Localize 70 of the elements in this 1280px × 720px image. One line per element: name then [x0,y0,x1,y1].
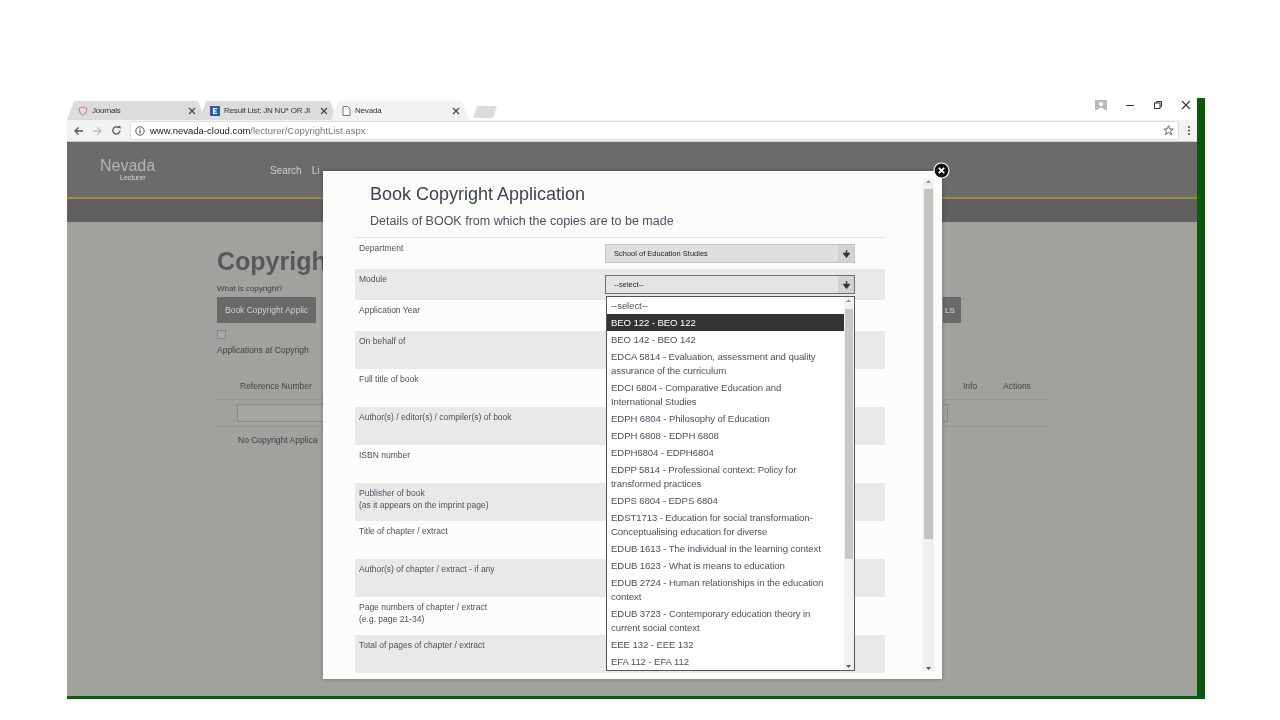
close-icon[interactable] [452,106,460,115]
dropdown-option[interactable]: EEE 132 - EEE 132 [607,636,844,653]
column-header: Reference Number [240,381,312,391]
scroll-down-icon[interactable] [845,664,852,669]
checkbox-label: Applications at Copyrigh [217,345,309,355]
dropdown-option[interactable]: EDUB 1623 - What is means to education [607,557,844,574]
scroll-down-icon[interactable] [925,666,932,671]
nav-link[interactable]: Li [311,165,320,176]
dialog-subtitle: Details of BOOK from which the copies are to be made [370,214,674,228]
dropdown-option[interactable]: EDPH 6804 - Philosophy of Education [607,410,844,427]
url-text: www.nevada-cloud.com/lecturer/CopyrightList.aspx [150,125,366,136]
scrollbar-thumb[interactable] [845,309,853,559]
field-label: Total of pages of chapter / extract [359,640,486,650]
restore-icon[interactable] [1153,100,1163,110]
field-label: Publisher of book [359,488,426,498]
scroll-up-icon[interactable] [845,298,852,303]
close-icon[interactable] [320,106,328,115]
nav-link[interactable]: Search [270,165,302,176]
field-label: Author(s) of chapter / extract - if any [359,564,496,574]
close-icon[interactable] [188,106,196,115]
field-label: ISBN number [359,450,412,460]
help-link[interactable]: What is copyright? [217,284,283,293]
field-label: Application Year [359,305,421,315]
dropdown-option[interactable]: EDUB 3723 - Contemporary education theory in current social context [607,605,844,636]
field-label: Department [359,243,405,253]
field-label: Module [359,274,388,284]
info-icon[interactable] [135,125,145,136]
dropdown-option[interactable]: EDUB 2724 - Human relationships in the education context [607,574,844,605]
field-note: (e.g. page 21-34) [359,614,426,624]
page-icon [342,105,351,116]
dropdown-option[interactable]: EDPH6804 - EDPH6804 [607,444,844,461]
star-icon[interactable] [1163,125,1174,136]
menu-icon[interactable] [1187,125,1191,136]
dropdown-option[interactable]: EDPP 5814 - Professional context: Policy for transformed practices [607,461,844,492]
address-bar[interactable]: www.nevada-cloud.com/lecturer/CopyrightList.aspx [130,121,1179,140]
action-button[interactable]: LS [943,297,961,323]
browser-tab[interactable]: Nevada [331,101,469,120]
field-label: Full title of book [359,374,420,384]
column-header: Actions [1003,381,1031,391]
shield-icon [78,105,88,116]
dropdown-option[interactable]: EDUB 1613 - The individual in the learning context [607,540,844,557]
dialog-title: Book Copyright Application [370,183,587,205]
dropdown-option[interactable]: EDPH 6808 - EDPH 6808 [607,427,844,444]
dropdown-option[interactable]: EFA 112 - EFA 112 [607,653,844,670]
dropdown-option[interactable]: BEO 142 - BEO 142 [607,331,844,348]
field-note: (as it appears on the imprint page) [359,500,490,510]
close-icon[interactable] [1181,100,1191,110]
column-header: Info [963,381,978,391]
checkbox[interactable] [217,330,226,339]
dropdown-option[interactable]: BEO 122 - BEO 122 [607,314,844,331]
reload-icon[interactable] [111,125,122,136]
back-icon[interactable] [73,125,84,136]
field-label: Title of chapter / extract [359,526,449,536]
dropdown-option[interactable]: EDCI 6804 - Comparative Education and International Studies [607,379,844,410]
field-label: Page numbers of chapter / extract [359,602,489,612]
dropdown-option[interactable]: EDCA 5814 - Evaluation, assessment and quality assurance of the curriculum [607,348,844,379]
page-heading: Copyrigh [217,246,327,276]
filter-field[interactable] [943,404,948,422]
arrow-down-icon [842,280,850,289]
dropdown-option[interactable]: --select-- [607,297,844,314]
journal-icon [210,105,220,116]
action-button[interactable]: Book Copyright Applic [217,297,317,323]
dropdown-option[interactable]: EDST1713 - Education for social transformation-Conceptualising education for diverse [607,509,844,540]
empty-message: No Copyright Applica [238,435,318,445]
dropdown-option[interactable]: EDPS 6804 - EDPS 6804 [607,492,844,509]
field-label: On behalf of [359,336,407,346]
scrollbar-thumb[interactable] [924,189,933,539]
arrow-down-icon [842,249,850,258]
filter-field[interactable] [237,404,323,422]
field-label: Author(s) / editor(s) / compiler(s) of book [359,412,513,422]
